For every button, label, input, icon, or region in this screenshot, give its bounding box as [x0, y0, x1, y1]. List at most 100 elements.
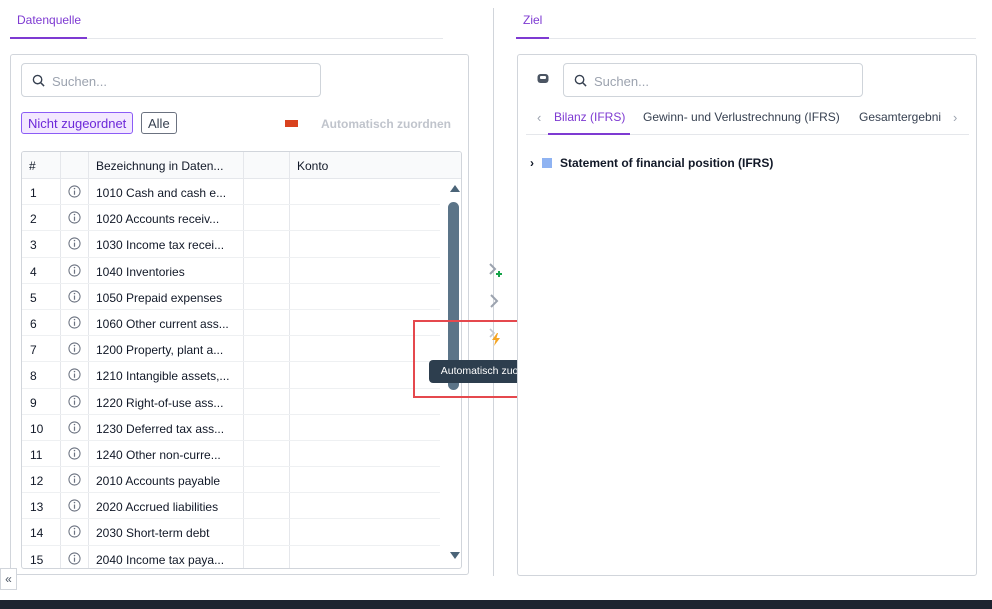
row-label: 2010 Accounts payable — [96, 474, 221, 489]
row-label: 1230 Deferred tax ass... — [96, 421, 225, 436]
target-tabbar: Ziel — [516, 0, 976, 39]
table-row[interactable]: 5 1050 Prepaid expenses — [22, 284, 440, 310]
table-row[interactable]: 2 1020 Accounts receiv... — [22, 205, 440, 232]
row-number: 8 — [30, 369, 37, 384]
table-row[interactable]: 7 1200 Property, plant a... — [22, 336, 440, 363]
row-number: 7 — [30, 343, 37, 358]
info-icon[interactable] — [68, 263, 81, 277]
col-konto[interactable]: Konto — [297, 152, 328, 179]
search-placeholder: Suchen... — [594, 74, 649, 89]
chevron-left-icon[interactable]: ‹ — [537, 110, 541, 125]
table-row[interactable]: 12 2010 Accounts payable — [22, 467, 440, 494]
info-icon[interactable] — [68, 447, 81, 460]
row-number: 10 — [30, 421, 44, 436]
tree-node-statement[interactable]: › Statement of financial position (IFRS) — [530, 156, 773, 170]
tab-bilanz[interactable]: Bilanz (IFRS) — [554, 110, 625, 124]
info-icon[interactable] — [68, 185, 81, 198]
info-icon[interactable] — [68, 316, 81, 329]
chevron-right-icon[interactable]: › — [953, 110, 957, 125]
source-search-input[interactable]: Suchen... — [21, 63, 321, 97]
col-number[interactable]: # — [29, 152, 36, 179]
row-number: 5 — [30, 290, 37, 305]
row-number: 1 — [30, 186, 37, 200]
target-search-input[interactable]: Suchen... — [563, 63, 863, 97]
bottom-bar — [0, 600, 992, 609]
row-label: 1200 Property, plant a... — [96, 343, 224, 358]
search-icon — [32, 74, 45, 87]
source-panel: Suchen... Nicht zugeordnet Alle Automati… — [10, 54, 469, 575]
info-icon[interactable] — [68, 368, 81, 381]
row-label: 1240 Other non-curre... — [96, 447, 221, 462]
table-row[interactable]: 13 2020 Accrued liabilities — [22, 493, 440, 520]
auto-assign-button[interactable]: Automatisch zuordnen — [321, 117, 451, 131]
row-label: 1010 Cash and cash e... — [96, 186, 227, 200]
row-number: 6 — [30, 316, 37, 331]
row-label: 2040 Income tax paya... — [96, 552, 225, 567]
source-table: # Bezeichnung in Daten... Konto 1 1010 Ca… — [21, 151, 462, 569]
source-tabbar: Datenquelle — [10, 0, 443, 39]
map-icon[interactable] — [486, 292, 504, 310]
info-icon[interactable] — [68, 237, 81, 250]
row-number: 9 — [30, 395, 37, 410]
node-color-icon — [542, 158, 552, 168]
table-row[interactable]: 10 1230 Deferred tax ass... — [22, 415, 440, 441]
info-icon[interactable] — [68, 421, 81, 434]
info-icon[interactable] — [68, 525, 81, 539]
collapse-sidebar-button[interactable]: « — [0, 568, 17, 590]
table-row[interactable]: 8 1210 Intangible assets,... — [22, 362, 440, 389]
row-label: 1050 Prepaid expenses — [96, 290, 223, 305]
row-number: 12 — [30, 474, 44, 489]
row-number: 4 — [30, 264, 37, 279]
row-number: 11 — [30, 447, 43, 462]
table-row[interactable]: 1 1010 Cash and cash e... — [22, 179, 440, 206]
info-icon[interactable] — [68, 552, 81, 565]
table-row[interactable]: 6 1060 Other current ass... — [22, 310, 440, 337]
info-icon[interactable] — [68, 211, 81, 224]
row-label: 1040 Inventories — [96, 264, 185, 279]
row-label: 1020 Accounts receiv... — [96, 212, 220, 227]
target-panel: Suchen... ‹ Bilanz (IFRS) Gewinn- und Ve… — [517, 54, 977, 576]
search-placeholder: Suchen... — [52, 74, 107, 89]
filter-chip-nicht-zugeordnet[interactable]: Nicht zugeordnet — [21, 112, 134, 134]
tab-underline — [10, 37, 87, 39]
target-tabs: ‹ Bilanz (IFRS) Gewinn- und Verlustrechn… — [526, 101, 969, 135]
info-icon[interactable] — [68, 473, 81, 486]
row-label: 1220 Right-of-use ass... — [96, 395, 224, 410]
row-number: 13 — [30, 500, 44, 515]
scroll-up-icon[interactable] — [450, 185, 460, 192]
col-bezeichnung[interactable]: Bezeichnung in Daten... — [96, 152, 223, 179]
mapping-screen: Datenquelle Ziel Suchen... Nicht zugeord… — [0, 0, 992, 609]
row-number: 2 — [30, 212, 37, 227]
tab-gesamtergebnis[interactable]: Gesamtergebni — [859, 110, 941, 124]
info-icon[interactable] — [68, 394, 81, 408]
auto-assign-indicator-icon — [285, 120, 298, 127]
tab-datenquelle[interactable]: Datenquelle — [17, 13, 81, 27]
map-add-icon[interactable] — [486, 261, 504, 279]
row-label: 1030 Income tax recei... — [96, 238, 225, 253]
inbox-icon[interactable] — [536, 71, 550, 85]
tab-guv[interactable]: Gewinn- und Verlustrechnung (IFRS) — [643, 110, 840, 124]
filter-chip-alle[interactable]: Alle — [141, 112, 177, 134]
info-icon[interactable] — [68, 290, 81, 303]
row-label: 2020 Accrued liabilities — [96, 500, 219, 515]
tab-underline — [516, 37, 549, 39]
table-row[interactable]: 4 1040 Inventories — [22, 258, 440, 284]
info-icon[interactable] — [68, 342, 81, 355]
row-label: 1210 Intangible assets,... — [96, 369, 230, 384]
row-number: 14 — [30, 526, 44, 541]
table-row[interactable]: 3 1030 Income tax recei... — [22, 231, 440, 258]
scroll-down-icon[interactable] — [450, 552, 460, 559]
table-row[interactable]: 15 2040 Income tax paya... — [22, 546, 440, 568]
table-row[interactable]: 11 1240 Other non-curre... — [22, 441, 440, 468]
row-number: 3 — [30, 238, 37, 253]
tab-ziel[interactable]: Ziel — [523, 13, 542, 27]
table-row[interactable]: 14 2030 Short-term debt — [22, 519, 440, 546]
info-icon[interactable] — [68, 499, 81, 512]
chevron-right-icon[interactable]: › — [530, 156, 540, 170]
table-row[interactable]: 9 1220 Right-of-use ass... — [22, 389, 440, 415]
table-body: 1 1010 Cash and cash e... 2 1020 Accounts r… — [22, 179, 440, 568]
row-number: 15 — [30, 552, 44, 567]
search-icon — [574, 74, 587, 87]
tree-node-label: Statement of financial position (IFRS) — [560, 156, 774, 170]
row-label: 1060 Other current ass... — [96, 316, 229, 331]
